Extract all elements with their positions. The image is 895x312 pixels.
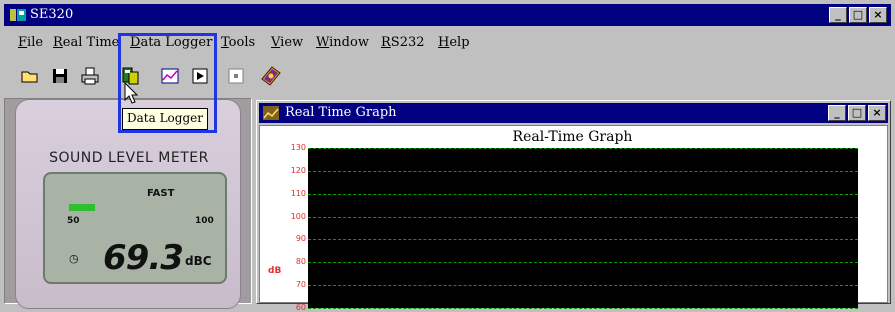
minimize-button[interactable]: _ [829,7,847,23]
menu-tools[interactable]: Tools [221,35,255,50]
y-tick-label: 130 [290,143,306,152]
run-icon[interactable] [190,66,210,86]
app-window: SE320 _ □ × File Real Time Data Logger T… [0,0,895,312]
grid-line [308,308,858,309]
y-tick-label: 100 [290,211,306,221]
menu-help[interactable]: Help [438,35,470,50]
window-controls: _ □ × [829,7,887,23]
graph-maximize-button[interactable]: □ [848,105,866,121]
plot-canvas [308,148,858,309]
level-bargraph [69,204,95,211]
open-folder-icon[interactable] [20,66,40,86]
print-icon[interactable] [80,66,100,86]
close-button[interactable]: × [869,7,887,23]
help-book-icon[interactable] [258,63,282,87]
graph-window-title-bar[interactable]: Real Time Graph _ □ × [259,103,888,123]
menu-bar: File Real Time Data Logger Tools View Wi… [4,32,891,54]
meter-name: SOUND LEVEL METER [49,150,209,166]
meter-reading: 69.3 [103,238,184,278]
chart-area: Real-Time Graph dB 130 120 110 100 90 80 70 60 [259,125,888,312]
stop-icon[interactable] [226,66,246,86]
lcd-display: FAST 50 100 ◷ 69.3 dBC [43,172,227,284]
grid-line [308,239,858,241]
menu-data-logger[interactable]: Data Logger [130,35,212,50]
y-tick-label: 110 [290,188,306,198]
clock-icon: ◷ [69,252,79,265]
real-time-graph-window: Real Time Graph _ □ × Real-Time Graph dB… [256,100,891,312]
grid-line [308,193,858,195]
save-icon[interactable] [50,66,70,86]
y-tick-label: 120 [290,165,306,175]
menu-file[interactable]: File [18,35,43,50]
title-bar[interactable]: SE320 _ □ × [4,4,891,26]
graph-icon[interactable] [160,66,180,86]
scale-max-label: 100 [195,216,214,226]
y-tick-label: 80 [295,257,306,267]
menu-rs232[interactable]: RS232 [381,35,425,50]
mouse-cursor-icon [124,82,139,104]
y-unit-label: dB [268,266,282,276]
grid-line [308,262,858,264]
graph-window-icon [263,106,279,120]
scale-min-label: 50 [67,216,80,226]
tooltip: Data Logger [122,108,208,130]
grid-line [308,148,858,149]
menu-view[interactable]: View [271,35,303,50]
graph-close-button[interactable]: × [868,105,886,121]
graph-window-title: Real Time Graph [285,105,397,120]
app-icon [10,9,26,21]
grid-line [308,170,858,172]
graph-window-controls: _ □ × [828,105,886,121]
y-tick-label: 90 [295,234,306,244]
grid-line [308,216,858,218]
meter-unit: dBC [185,254,212,268]
y-tick-label: 60 [295,303,306,312]
grid-line [308,285,858,287]
graph-minimize-button[interactable]: _ [828,105,846,121]
response-mode: FAST [147,188,175,199]
window-title: SE320 [30,7,74,22]
chart-title: Real-Time Graph [512,129,633,145]
y-tick-label: 70 [295,280,306,290]
menu-real-time[interactable]: Real Time [53,35,119,50]
sound-level-meter: SOUND LEVEL METER FAST 50 100 ◷ 69.3 dBC [15,99,241,309]
maximize-button[interactable]: □ [849,7,867,23]
menu-window[interactable]: Window [316,35,369,50]
